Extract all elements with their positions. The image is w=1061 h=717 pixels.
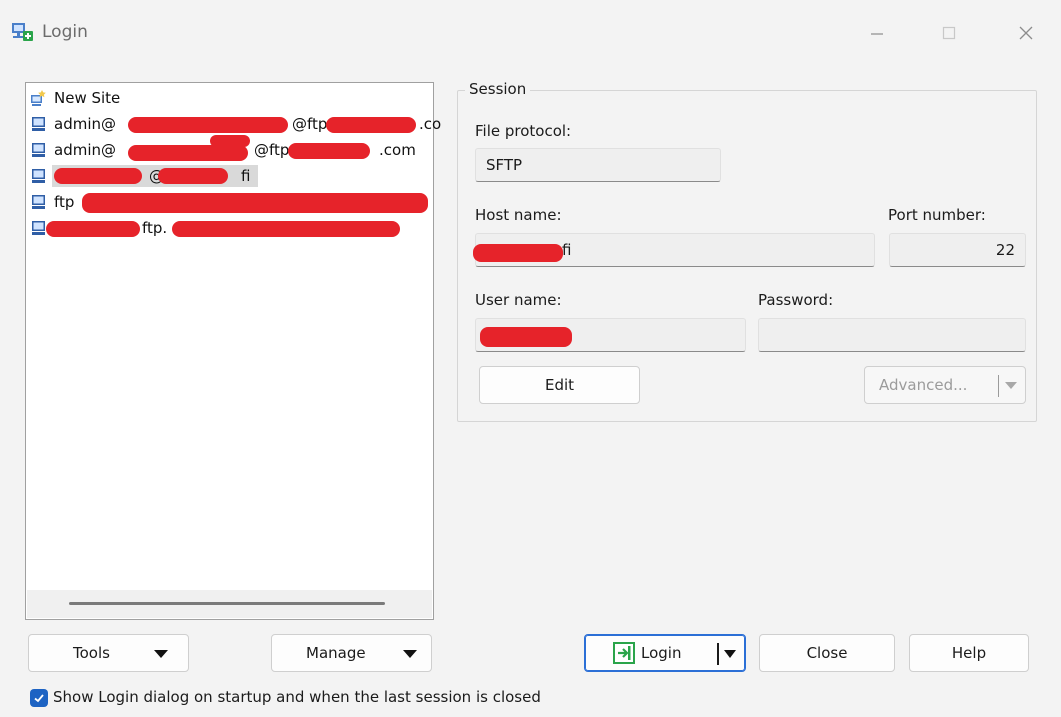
chevron-down-icon	[154, 650, 168, 658]
chevron-down-icon[interactable]	[1005, 382, 1017, 389]
redaction-mark	[326, 117, 416, 133]
computer-icon	[32, 169, 45, 183]
site-item-tail: .co	[419, 115, 442, 133]
scrollbar-thumb[interactable]	[69, 602, 385, 605]
close-window-button[interactable]	[1011, 18, 1041, 48]
site-item-label: admin@	[54, 115, 116, 133]
redaction-mark	[128, 145, 248, 161]
chevron-down-icon	[403, 650, 417, 658]
site-item-new-site[interactable]: New Site	[30, 87, 120, 109]
help-button-label: Help	[951, 644, 987, 662]
close-button[interactable]: Close	[759, 634, 895, 672]
edit-button-label: Edit	[544, 376, 575, 394]
close-icon	[1019, 26, 1033, 40]
show-login-checkbox[interactable]	[30, 689, 48, 707]
redaction-mark	[288, 143, 370, 159]
tools-button-label: Tools	[73, 644, 110, 662]
file-protocol-select[interactable]: SFTP	[475, 148, 721, 182]
redaction-mark	[46, 221, 140, 237]
password-input[interactable]	[758, 318, 1026, 352]
redaction-mark	[82, 193, 428, 213]
redaction-mark	[54, 168, 142, 184]
site-item-tail: fi	[238, 167, 254, 185]
user-name-label: User name:	[475, 291, 562, 309]
site-item-selected[interactable]: @ fi	[30, 165, 260, 187]
host-name-label: Host name:	[475, 206, 562, 224]
redaction-mark	[473, 244, 563, 262]
site-item[interactable]: ftp	[30, 191, 430, 213]
redaction-mark	[172, 221, 400, 237]
site-tree[interactable]: New Site admin@ @ftp .co admin@ @ftp .co…	[25, 82, 441, 620]
tools-button[interactable]: Tools	[28, 634, 189, 672]
window-title: Login	[42, 22, 88, 42]
user-name-input[interactable]	[475, 318, 746, 352]
app-login-icon	[12, 23, 33, 41]
redaction-mark	[158, 168, 228, 184]
maximize-icon	[942, 26, 956, 40]
site-item[interactable]: ftp.	[30, 217, 430, 239]
help-button[interactable]: Help	[909, 634, 1029, 672]
close-button-label: Close	[806, 644, 848, 662]
site-item-label: ftp	[54, 193, 75, 211]
minimize-button[interactable]	[862, 18, 892, 48]
chevron-down-icon[interactable]	[724, 650, 736, 658]
file-protocol-value: SFTP	[486, 156, 523, 174]
site-item-host: ftp.	[142, 219, 168, 237]
file-protocol-label: File protocol:	[475, 122, 572, 140]
host-name-value: fi	[562, 241, 572, 259]
manage-button[interactable]: Manage	[271, 634, 432, 672]
new-site-icon	[31, 90, 46, 106]
split-divider	[998, 375, 999, 397]
title-bar	[0, 0, 1061, 70]
computer-icon	[32, 143, 45, 157]
computer-icon	[32, 195, 45, 209]
site-item[interactable]: admin@ @ftp .co	[30, 113, 441, 135]
port-number-label: Port number:	[888, 206, 986, 224]
session-legend: Session	[465, 80, 531, 98]
advanced-button-label: Advanced...	[879, 376, 968, 394]
port-number-input[interactable]: 22	[889, 233, 1026, 267]
checkmark-icon	[34, 694, 44, 703]
computer-icon	[32, 117, 45, 131]
minimize-icon	[871, 33, 883, 35]
manage-button-label: Manage	[306, 644, 366, 662]
password-label: Password:	[758, 291, 834, 309]
host-name-input[interactable]: fi	[473, 233, 875, 267]
site-item-host: @ftp	[292, 115, 328, 133]
site-item-label: New Site	[54, 89, 121, 107]
login-button-label: Login	[641, 644, 682, 662]
site-item-host: @ftp	[254, 141, 290, 159]
login-icon	[613, 642, 635, 664]
site-item-label: admin@	[54, 141, 116, 159]
site-item-tail: .com	[379, 141, 416, 159]
site-item[interactable]: admin@ @ftp .com	[30, 135, 430, 161]
split-divider	[717, 643, 719, 665]
edit-button[interactable]: Edit	[479, 366, 640, 404]
show-login-label: Show Login dialog on startup and when th…	[53, 688, 541, 706]
maximize-button[interactable]	[934, 18, 964, 48]
redaction-mark	[210, 135, 250, 147]
redaction-mark	[128, 117, 288, 133]
advanced-button[interactable]: Advanced...	[864, 366, 1026, 404]
port-number-value: 22	[995, 241, 1015, 259]
login-button[interactable]: Login	[584, 634, 746, 672]
redaction-mark	[480, 327, 572, 347]
horizontal-scrollbar[interactable]	[27, 590, 432, 618]
